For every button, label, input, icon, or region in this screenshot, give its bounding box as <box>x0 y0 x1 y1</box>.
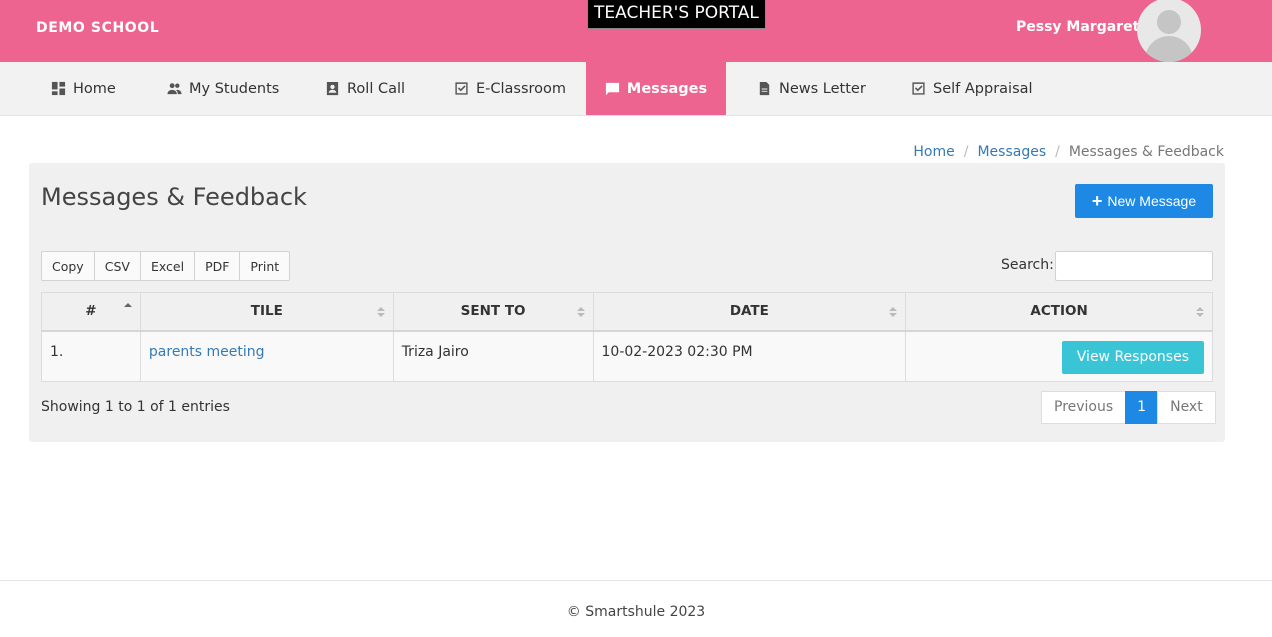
breadcrumb-home[interactable]: Home <box>913 144 954 160</box>
document-icon <box>759 81 770 96</box>
next-page-button[interactable]: Next <box>1157 391 1216 424</box>
column-header-label: ACTION <box>1030 303 1088 320</box>
pagination: Previous 1 Next <box>1041 391 1216 424</box>
column-header-sent-to[interactable]: SENT TO <box>392 292 594 332</box>
avatar-head <box>1157 10 1181 34</box>
portal-title: TEACHER'S PORTAL <box>587 0 766 29</box>
breadcrumb-current: Messages & Feedback <box>1068 144 1224 160</box>
contact-card-icon <box>326 81 339 96</box>
avatar[interactable] <box>1137 0 1201 62</box>
column-header-action[interactable]: ACTION <box>905 292 1213 332</box>
copy-button[interactable]: Copy <box>41 251 95 281</box>
nav-item-home[interactable]: Home <box>51 62 116 115</box>
user-name[interactable]: Pessy Margaret <box>1016 19 1139 35</box>
breadcrumb: Home / Messages / Messages & Feedback <box>913 144 1224 160</box>
nav-item-messages[interactable]: Messages <box>586 62 726 115</box>
page-1-button[interactable]: 1 <box>1125 391 1159 424</box>
nav-item-news-letter[interactable]: News Letter <box>757 62 866 115</box>
cell-action: View Responses <box>905 330 1213 382</box>
nav-label-self-appraisal: Self Appraisal <box>933 80 1033 97</box>
plus-icon: + <box>1091 191 1103 211</box>
search-label: Search: <box>1001 257 1054 273</box>
excel-button[interactable]: Excel <box>139 251 196 281</box>
new-message-button[interactable]: + New Message <box>1075 184 1213 218</box>
main-nav: Home My Students Roll Call E-Classroom M… <box>0 62 1272 116</box>
page-title: Messages & Feedback <box>41 183 307 211</box>
cell-title: parents meeting <box>139 330 394 382</box>
nav-label-home: Home <box>73 80 116 97</box>
checkbox-icon <box>455 82 468 95</box>
avatar-body <box>1145 36 1193 62</box>
sort-asc-icon <box>123 303 132 315</box>
messages-table: # TILE SENT TO DATE ACTION 1. parents me… <box>41 292 1213 382</box>
column-header-label: TILE <box>250 303 283 320</box>
previous-page-button[interactable]: Previous <box>1041 391 1127 424</box>
search-input[interactable] <box>1055 251 1213 281</box>
top-bar: DEMO SCHOOL TEACHER'S PORTAL Pessy Marga… <box>0 0 1272 62</box>
chat-bubble-icon <box>605 82 619 96</box>
sort-icon <box>376 307 385 319</box>
dashboard-icon <box>51 81 66 96</box>
nav-label-news-letter: News Letter <box>779 80 866 97</box>
column-header-label: SENT TO <box>460 303 526 320</box>
breadcrumb-messages[interactable]: Messages <box>977 144 1046 160</box>
sort-icon <box>1196 307 1204 319</box>
cell-date: 10-02-2023 02:30 PM <box>592 330 907 382</box>
new-message-label: New Message <box>1107 193 1197 209</box>
column-header-title[interactable]: TILE <box>139 292 394 332</box>
nav-item-self-appraisal[interactable]: Self Appraisal <box>911 62 1033 115</box>
table-info: Showing 1 to 1 of 1 entries <box>41 399 230 415</box>
message-title-link[interactable]: parents meeting <box>149 344 265 360</box>
breadcrumb-separator: / <box>963 144 969 160</box>
nav-label-messages: Messages <box>626 80 708 97</box>
export-buttons: Copy CSV Excel PDF Print <box>41 251 291 281</box>
nav-item-my-students[interactable]: My Students <box>167 62 279 115</box>
checkbox-icon <box>912 82 925 95</box>
messages-panel: Messages & Feedback + New Message Copy C… <box>29 163 1225 442</box>
cell-sent-to: Triza Jairo <box>392 330 594 382</box>
column-header-label: # <box>85 303 97 320</box>
pdf-button[interactable]: PDF <box>194 251 241 281</box>
people-icon <box>167 83 182 95</box>
table-row: 1. parents meeting Triza Jairo 10-02-202… <box>41 330 1213 382</box>
cell-number: 1. <box>41 330 141 382</box>
table-header-row: # TILE SENT TO DATE ACTION <box>41 292 1213 332</box>
nav-label-e-classroom: E-Classroom <box>476 80 567 97</box>
nav-label-roll-call: Roll Call <box>347 80 406 97</box>
nav-item-e-classroom[interactable]: E-Classroom <box>454 62 566 115</box>
column-header-label: DATE <box>729 303 769 320</box>
column-header-number[interactable]: # <box>41 292 141 332</box>
nav-item-roll-call[interactable]: Roll Call <box>325 62 405 115</box>
column-header-date[interactable]: DATE <box>592 292 907 332</box>
print-button[interactable]: Print <box>239 251 291 281</box>
sort-icon <box>889 307 898 319</box>
view-responses-button[interactable]: View Responses <box>1061 340 1204 374</box>
nav-label-my-students: My Students <box>189 80 280 97</box>
sort-icon <box>576 307 585 319</box>
user-menu[interactable]: Pessy Margaret <box>1016 19 1153 35</box>
breadcrumb-separator: / <box>1055 144 1060 160</box>
school-name: DEMO SCHOOL <box>36 20 160 36</box>
footer: © Smartshule 2023 <box>0 580 1272 637</box>
csv-button[interactable]: CSV <box>93 251 141 281</box>
